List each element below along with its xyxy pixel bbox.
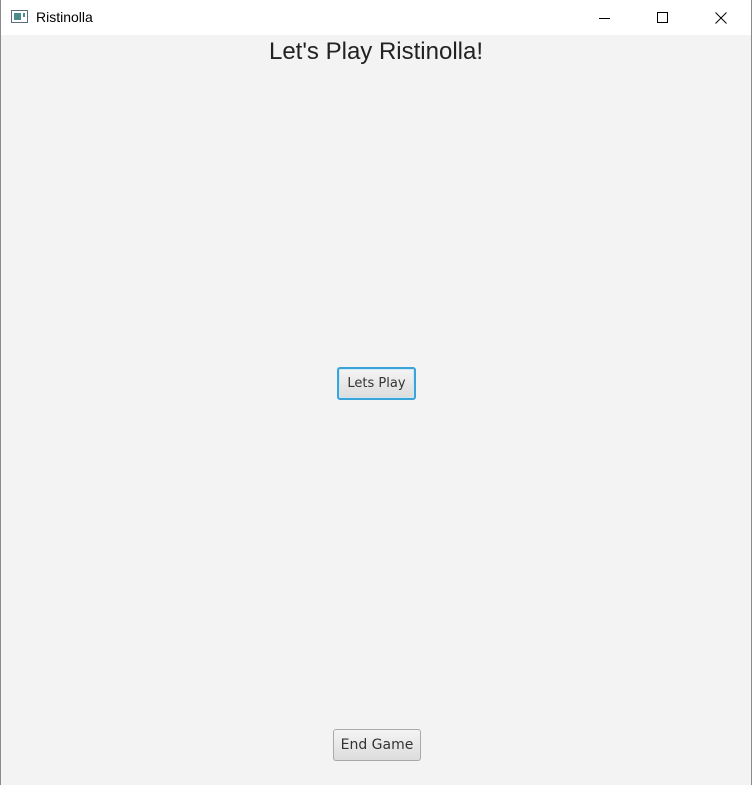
app-icon [11,10,28,23]
minimize-icon [599,17,610,19]
app-window: Ristinolla Let's Play Ristinolla! Lets P… [0,0,752,785]
maximize-button[interactable] [634,0,692,35]
end-game-button[interactable]: End Game [333,729,421,761]
close-button[interactable] [692,0,750,35]
lets-play-button[interactable]: Lets Play [337,367,416,400]
page-title: Let's Play Ristinolla! [268,38,483,65]
minimize-button[interactable] [576,0,634,35]
main-content: Let's Play Ristinolla! Lets Play End Gam… [1,35,751,785]
window-title: Ristinolla [36,9,93,25]
maximize-icon [657,11,668,23]
title-bar[interactable]: Ristinolla [1,0,751,35]
close-icon [715,11,727,24]
